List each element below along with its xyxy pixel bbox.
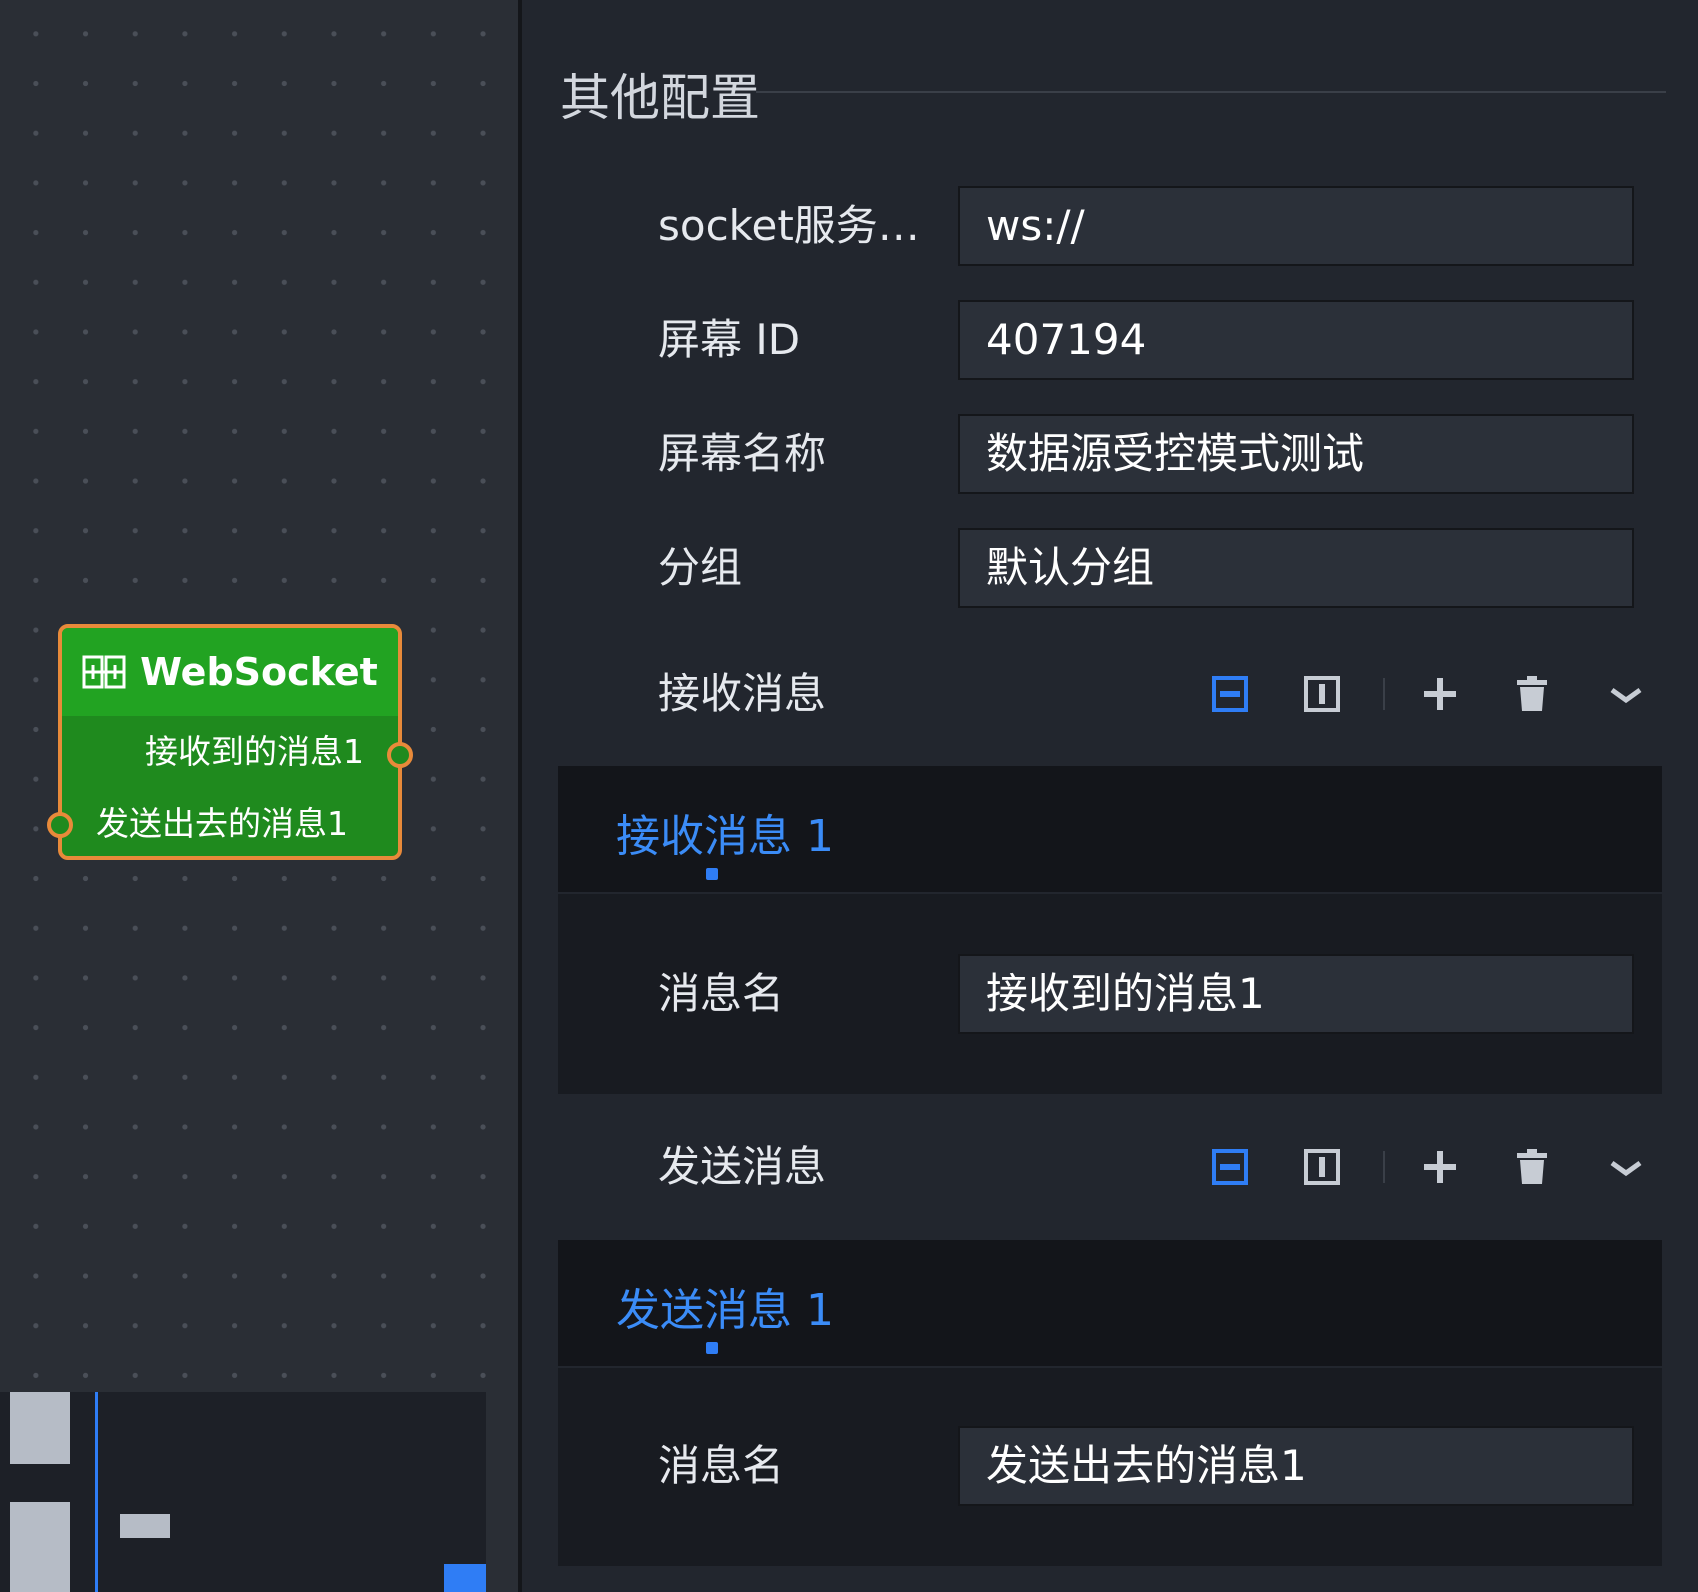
receive-message-name-label: 消息名 — [658, 969, 785, 1018]
node-input-port-label: 发送出去的消息1 — [96, 804, 348, 843]
tab-send-message-1[interactable]: 发送消息 1 — [616, 1274, 834, 1338]
tab-receive-message-1[interactable]: 接收消息 1 — [616, 800, 834, 864]
collapse-rows-icon[interactable] — [1210, 1147, 1250, 1187]
send-messages-label: 发送消息 — [658, 1142, 827, 1191]
toolbar-separator — [1383, 678, 1385, 710]
send-message-name-input[interactable]: 发送出去的消息1 — [958, 1426, 1634, 1506]
node-header: WebSocket — [62, 628, 398, 716]
screen-name-input[interactable]: 数据源受控模式测试 — [958, 414, 1634, 494]
socket-url-label: socket服务… — [658, 201, 920, 250]
toolbar-separator — [1383, 1151, 1385, 1183]
chevron-down-icon[interactable] — [1606, 1147, 1646, 1187]
minimap-block — [10, 1502, 70, 1592]
receive-tab-bar: 接收消息 1 — [558, 766, 1662, 892]
active-tab-indicator — [706, 868, 718, 880]
collapse-columns-icon[interactable] — [1302, 1147, 1342, 1187]
send-toolbar — [1182, 1127, 1642, 1207]
websocket-icon — [82, 655, 126, 689]
screen-id-input[interactable]: 407194 — [958, 300, 1634, 380]
input-port-handle[interactable] — [47, 812, 73, 838]
output-port-handle[interactable] — [387, 742, 413, 768]
node-output-port-label: 接收到的消息1 — [145, 732, 364, 771]
trash-icon[interactable] — [1512, 674, 1552, 714]
receive-message-name-input[interactable]: 接收到的消息1 — [958, 954, 1634, 1034]
minimap-block — [10, 1392, 70, 1464]
send-tab-bar: 发送消息 1 — [558, 1240, 1662, 1366]
send-tab-body: 消息名 发送出去的消息1 — [558, 1368, 1662, 1566]
plus-icon[interactable] — [1420, 674, 1460, 714]
minimap-viewport[interactable] — [444, 1564, 486, 1592]
screen-name-label: 屏幕名称 — [658, 429, 827, 478]
minimap[interactable] — [0, 1392, 486, 1592]
receive-tab-body: 消息名 接收到的消息1 — [558, 894, 1662, 1094]
flow-canvas[interactable]: WebSocket 接收到的消息1 发送出去的消息1 — [0, 0, 518, 1592]
active-tab-indicator — [706, 1342, 718, 1354]
chevron-down-icon[interactable] — [1606, 674, 1646, 714]
socket-url-input[interactable]: ws:// — [958, 186, 1634, 266]
node-title: WebSocket — [140, 650, 378, 694]
send-message-name-label: 消息名 — [658, 1441, 785, 1490]
collapse-rows-icon[interactable] — [1210, 674, 1250, 714]
websocket-node[interactable]: WebSocket 接收到的消息1 发送出去的消息1 — [47, 624, 413, 860]
group-label: 分组 — [658, 543, 743, 592]
screen-id-label: 屏幕 ID — [658, 315, 801, 364]
section-divider — [756, 91, 1666, 93]
receive-toolbar — [1182, 654, 1642, 734]
receive-messages-label: 接收消息 — [658, 669, 827, 718]
minimap-cursor-line — [95, 1392, 98, 1592]
section-title: 其他配置 — [560, 69, 760, 127]
config-panel: 其他配置 socket服务… ws:// 屏幕 ID 407194 屏幕名称 数… — [522, 0, 1698, 1592]
group-input[interactable]: 默认分组 — [958, 528, 1634, 608]
collapse-columns-icon[interactable] — [1302, 674, 1342, 714]
plus-icon[interactable] — [1420, 1147, 1460, 1187]
trash-icon[interactable] — [1512, 1147, 1552, 1187]
minimap-block — [120, 1514, 170, 1538]
